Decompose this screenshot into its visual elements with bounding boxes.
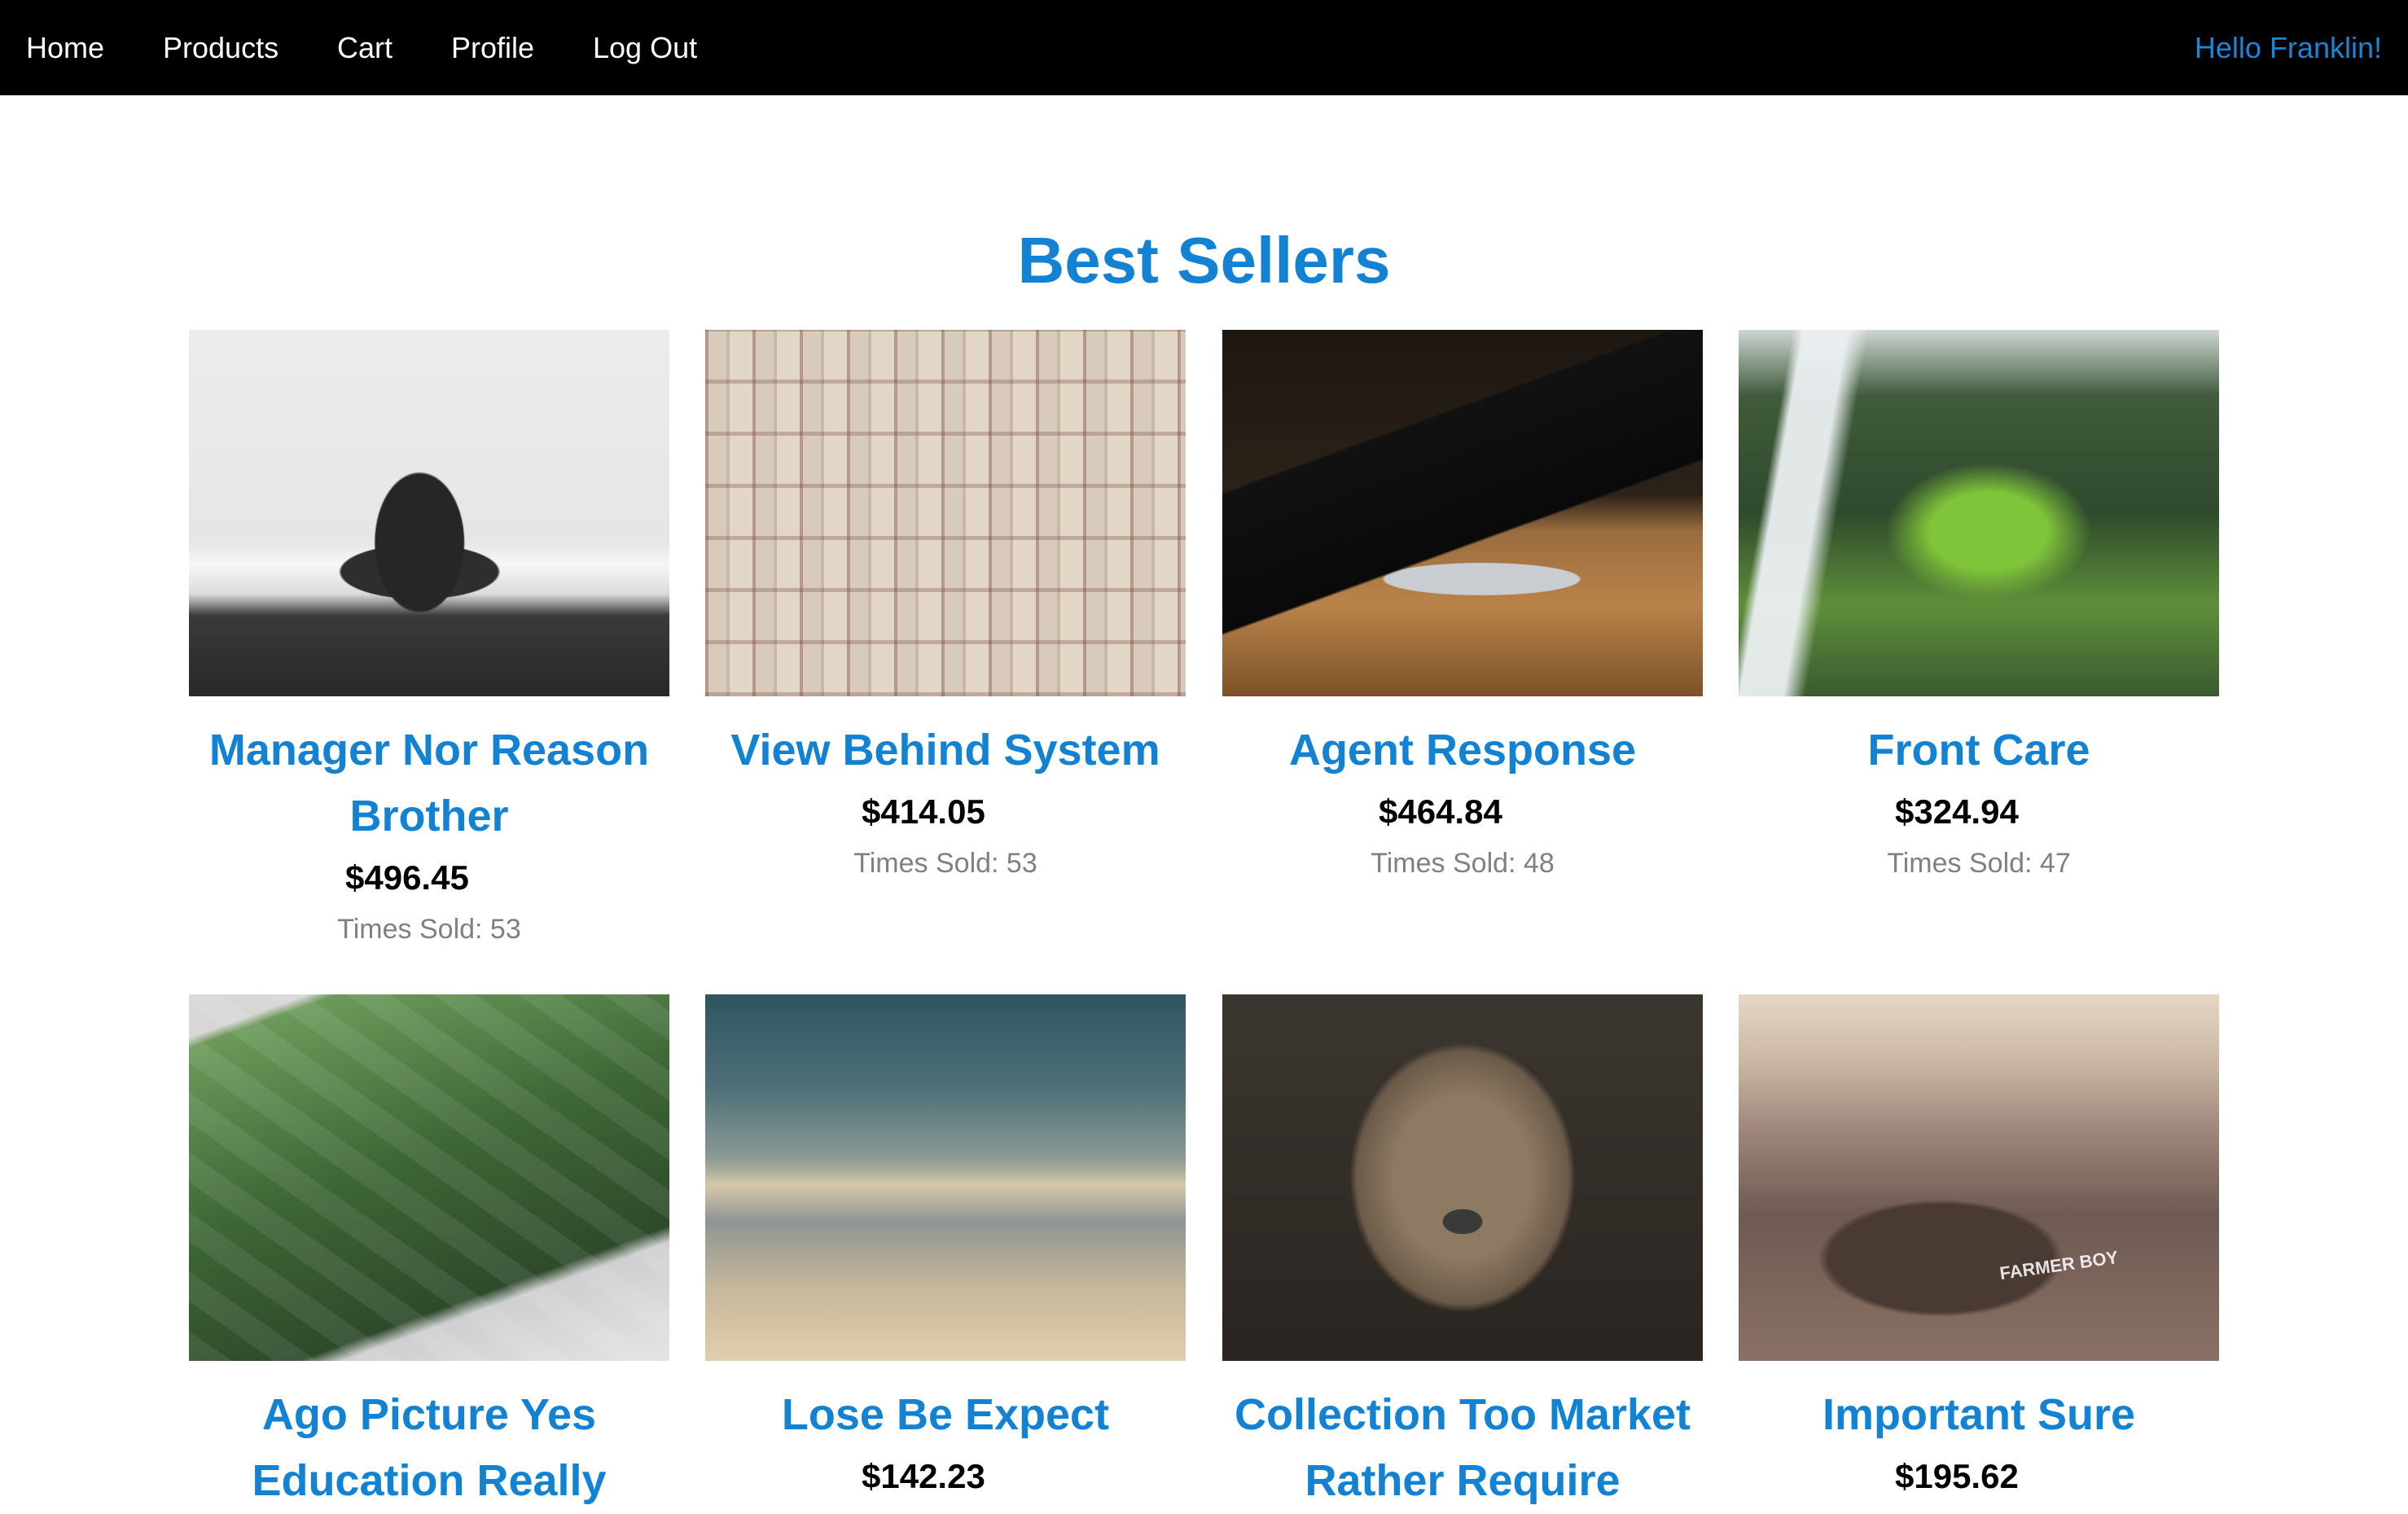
product-image[interactable] xyxy=(189,994,669,1361)
section-title: Best Sellers xyxy=(1017,224,1391,296)
product-price: $464.84 xyxy=(1379,792,1502,831)
product-name-link[interactable]: Ago Picture Yes Education Really xyxy=(189,1382,669,1514)
product-times-sold: Times Sold: 53 xyxy=(853,848,1037,879)
product-image[interactable] xyxy=(189,330,669,696)
product-card: FARMER BOY Important Sure $195.62 xyxy=(1739,994,2219,1502)
nav-home-link[interactable]: Home xyxy=(26,0,104,95)
nav-cart-link[interactable]: Cart xyxy=(337,0,393,95)
product-price: $324.94 xyxy=(1895,792,2019,831)
product-card: Lose Be Expect $142.23 xyxy=(705,994,1186,1502)
product-image[interactable] xyxy=(705,330,1186,696)
product-price: $195.62 xyxy=(1895,1457,2019,1495)
nav-logout-link[interactable]: Log Out xyxy=(593,0,697,95)
product-card: Manager Nor Reason Brother $496.45 Times… xyxy=(189,330,669,947)
product-image[interactable]: FARMER BOY xyxy=(1739,994,2219,1361)
top-navbar: Home Products Cart Profile Log Out Hello… xyxy=(0,0,2408,95)
product-name-link[interactable]: View Behind System xyxy=(705,718,1186,783)
product-name-link[interactable]: Important Sure xyxy=(1739,1382,2219,1448)
product-name-link[interactable]: Front Care xyxy=(1739,718,2219,783)
nav-profile-link[interactable]: Profile xyxy=(451,0,534,95)
product-price: $142.23 xyxy=(862,1457,985,1495)
product-price: $414.05 xyxy=(862,792,985,831)
product-image[interactable] xyxy=(1222,330,1703,696)
product-image[interactable] xyxy=(705,994,1186,1361)
product-card: Collection Too Market Rather Require xyxy=(1222,994,1703,1514)
product-card: Agent Response $464.84 Times Sold: 48 xyxy=(1222,330,1703,881)
product-name-link[interactable]: Collection Too Market Rather Require xyxy=(1222,1382,1703,1514)
nav-products-link[interactable]: Products xyxy=(163,0,279,95)
product-price: $496.45 xyxy=(345,858,469,897)
product-times-sold: Times Sold: 47 xyxy=(1887,848,2071,879)
product-name-link[interactable]: Agent Response xyxy=(1222,718,1703,783)
user-greeting: Hello Franklin! xyxy=(2194,31,2382,64)
product-card: Ago Picture Yes Education Really xyxy=(189,994,669,1514)
product-card: Front Care $324.94 Times Sold: 47 xyxy=(1739,330,2219,881)
product-times-sold: Times Sold: 48 xyxy=(1371,848,1555,879)
product-times-sold: Times Sold: 53 xyxy=(337,914,521,945)
product-name-link[interactable]: Lose Be Expect xyxy=(705,1382,1186,1448)
product-name-link[interactable]: Manager Nor Reason Brother xyxy=(189,718,669,849)
license-plate-text: FARMER BOY xyxy=(1998,1246,2120,1284)
product-card: View Behind System $414.05 Times Sold: 5… xyxy=(705,330,1186,881)
product-image[interactable] xyxy=(1222,994,1703,1361)
product-image[interactable] xyxy=(1739,330,2219,696)
